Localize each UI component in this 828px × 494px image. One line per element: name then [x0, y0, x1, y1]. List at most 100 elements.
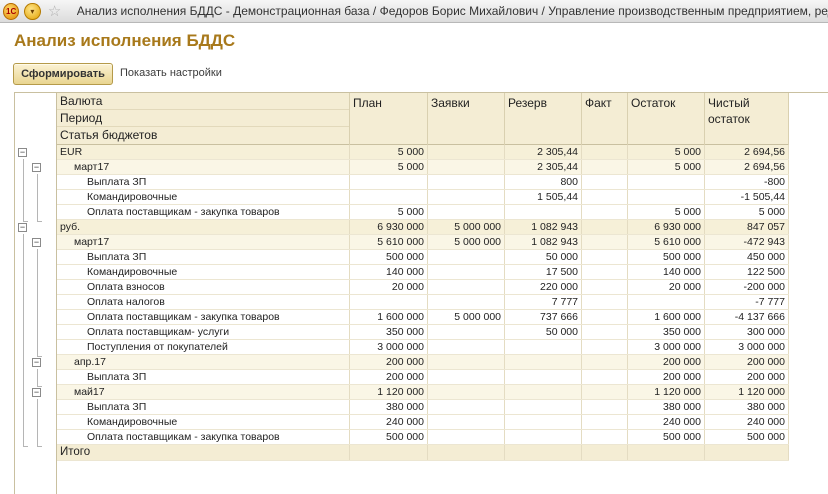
cell-requests [428, 415, 505, 429]
header-net-balance: Чистый остаток [705, 93, 789, 145]
cell-plan: 6 930 000 [350, 220, 428, 234]
cell-fact [582, 250, 628, 264]
collapse-toggle-icon[interactable]: − [18, 148, 27, 157]
cell-fact [582, 355, 628, 369]
cell-reserve: 800 [505, 175, 582, 189]
cell-plan: 380 000 [350, 400, 428, 414]
table-header: Валюта Период Статья бюджетов План Заявк… [57, 93, 789, 145]
cell-net-balance: -800 [705, 175, 789, 189]
cell-fact [582, 160, 628, 174]
table-row[interactable]: Оплата поставщикам - закупка товаров 500 … [57, 430, 789, 445]
table-row[interactable]: май17 1 120 000 1 120 000 1 120 000 [57, 385, 789, 400]
table-row[interactable]: руб. 6 930 000 5 000 000 1 082 943 6 930 000… [57, 220, 789, 235]
total-cell-fact [582, 445, 628, 460]
table-row[interactable]: Оплата поставщикам - закупка товаров 1 60… [57, 310, 789, 325]
row-name: март17 [57, 160, 350, 174]
cell-fact [582, 310, 628, 324]
cell-plan [350, 295, 428, 309]
cell-plan: 200 000 [350, 355, 428, 369]
cell-reserve: 1 082 943 [505, 220, 582, 234]
cell-balance: 350 000 [628, 325, 705, 339]
cell-balance: 380 000 [628, 400, 705, 414]
cell-requests [428, 370, 505, 384]
cell-net-balance: -200 000 [705, 280, 789, 294]
table-row[interactable]: Командировочные 140 000 17 500 140 000 122 5… [57, 265, 789, 280]
cell-net-balance: 2 694,56 [705, 160, 789, 174]
cell-balance [628, 295, 705, 309]
cell-plan: 5 000 [350, 160, 428, 174]
collapse-toggle-icon[interactable]: − [32, 163, 41, 172]
cell-balance [628, 175, 705, 189]
table-row[interactable]: Оплата налогов 7 777 -7 777 [57, 295, 789, 310]
row-name: май17 [57, 385, 350, 399]
tree-line-end [37, 221, 42, 222]
cell-fact [582, 295, 628, 309]
main-menu-icon[interactable]: ▾ [24, 2, 41, 20]
row-name: Командировочные [57, 415, 350, 429]
cell-plan: 240 000 [350, 415, 428, 429]
report-right-space [789, 93, 828, 494]
cell-net-balance: 300 000 [705, 325, 789, 339]
table-row[interactable]: март17 5 610 000 5 000 000 1 082 943 5 610 0… [57, 235, 789, 250]
cell-balance: 5 610 000 [628, 235, 705, 249]
cell-balance: 240 000 [628, 415, 705, 429]
collapse-toggle-icon[interactable]: − [18, 223, 27, 232]
generate-report-button[interactable]: Сформировать [13, 63, 113, 85]
cell-plan: 5 610 000 [350, 235, 428, 249]
cell-plan: 500 000 [350, 250, 428, 264]
table-row[interactable]: Оплата взносов 20 000 220 000 20 000 -200 00… [57, 280, 789, 295]
tree-gutter: − − − − − − [15, 93, 57, 494]
cell-plan: 500 000 [350, 430, 428, 444]
table-row[interactable]: Оплата поставщикам- услуги 350 000 50 000 3… [57, 325, 789, 340]
tree-line [37, 174, 38, 221]
table-row[interactable]: Командировочные 1 505,44 -1 505,44 [57, 190, 789, 205]
cell-plan [350, 190, 428, 204]
cell-plan: 5 000 [350, 145, 428, 159]
row-name: Поступления от покупателей [57, 340, 350, 354]
cell-fact [582, 235, 628, 249]
table-row[interactable]: Выплата ЗП 800 -800 [57, 175, 789, 190]
tree-line [37, 399, 38, 446]
show-settings-link[interactable]: Показать настройки [120, 67, 222, 79]
table-row[interactable]: март17 5 000 2 305,44 5 000 2 694,56 [57, 160, 789, 175]
table-row[interactable]: апр.17 200 000 200 000 200 000 [57, 355, 789, 370]
row-name: Оплата поставщикам - закупка товаров [57, 205, 350, 219]
table-row[interactable]: Поступления от покупателей 3 000 000 3 000… [57, 340, 789, 355]
table-row[interactable]: Выплата ЗП 200 000 200 000 200 000 [57, 370, 789, 385]
table-row[interactable]: Выплата ЗП 380 000 380 000 380 000 [57, 400, 789, 415]
window-titlebar: 1С ▾ ☆ Анализ исполнения БДДС - Демонстр… [0, 0, 828, 23]
cell-net-balance: 2 694,56 [705, 145, 789, 159]
cell-fact [582, 190, 628, 204]
header-fact: Факт [582, 93, 628, 145]
row-name: Оплата поставщикам - закупка товаров [57, 430, 350, 444]
cell-plan: 350 000 [350, 325, 428, 339]
collapse-toggle-icon[interactable]: − [32, 358, 41, 367]
cell-balance: 1 120 000 [628, 385, 705, 399]
cell-reserve: 1 082 943 [505, 235, 582, 249]
collapse-toggle-icon[interactable]: − [32, 238, 41, 247]
app-logo-icon[interactable]: 1С [3, 2, 20, 20]
cell-reserve: 50 000 [505, 250, 582, 264]
collapse-toggle-icon[interactable]: − [32, 388, 41, 397]
page-title: Анализ исполнения БДДС [14, 31, 236, 50]
table-row[interactable]: Командировочные 240 000 240 000 240 000 [57, 415, 789, 430]
cell-balance: 140 000 [628, 265, 705, 279]
total-row: Итого [57, 445, 789, 461]
cell-plan: 1 120 000 [350, 385, 428, 399]
table-row[interactable]: Выплата ЗП 500 000 50 000 500 000 450 000 [57, 250, 789, 265]
cell-requests: 5 000 000 [428, 220, 505, 234]
header-plan: План [350, 93, 428, 145]
cell-fact [582, 430, 628, 444]
cell-requests: 5 000 000 [428, 310, 505, 324]
cell-plan: 200 000 [350, 370, 428, 384]
cell-reserve [505, 400, 582, 414]
cell-net-balance: -4 137 666 [705, 310, 789, 324]
cell-fact [582, 175, 628, 189]
cell-net-balance: 500 000 [705, 430, 789, 444]
row-name: EUR [57, 145, 350, 159]
window-title: Анализ исполнения БДДС - Демонстрационна… [76, 4, 828, 18]
table-row[interactable]: EUR 5 000 2 305,44 5 000 2 694,56 [57, 145, 789, 160]
tree-line-end [23, 446, 28, 447]
table-row[interactable]: Оплата поставщикам - закупка товаров 5 00… [57, 205, 789, 220]
favorites-star-icon[interactable]: ☆ [47, 3, 63, 20]
